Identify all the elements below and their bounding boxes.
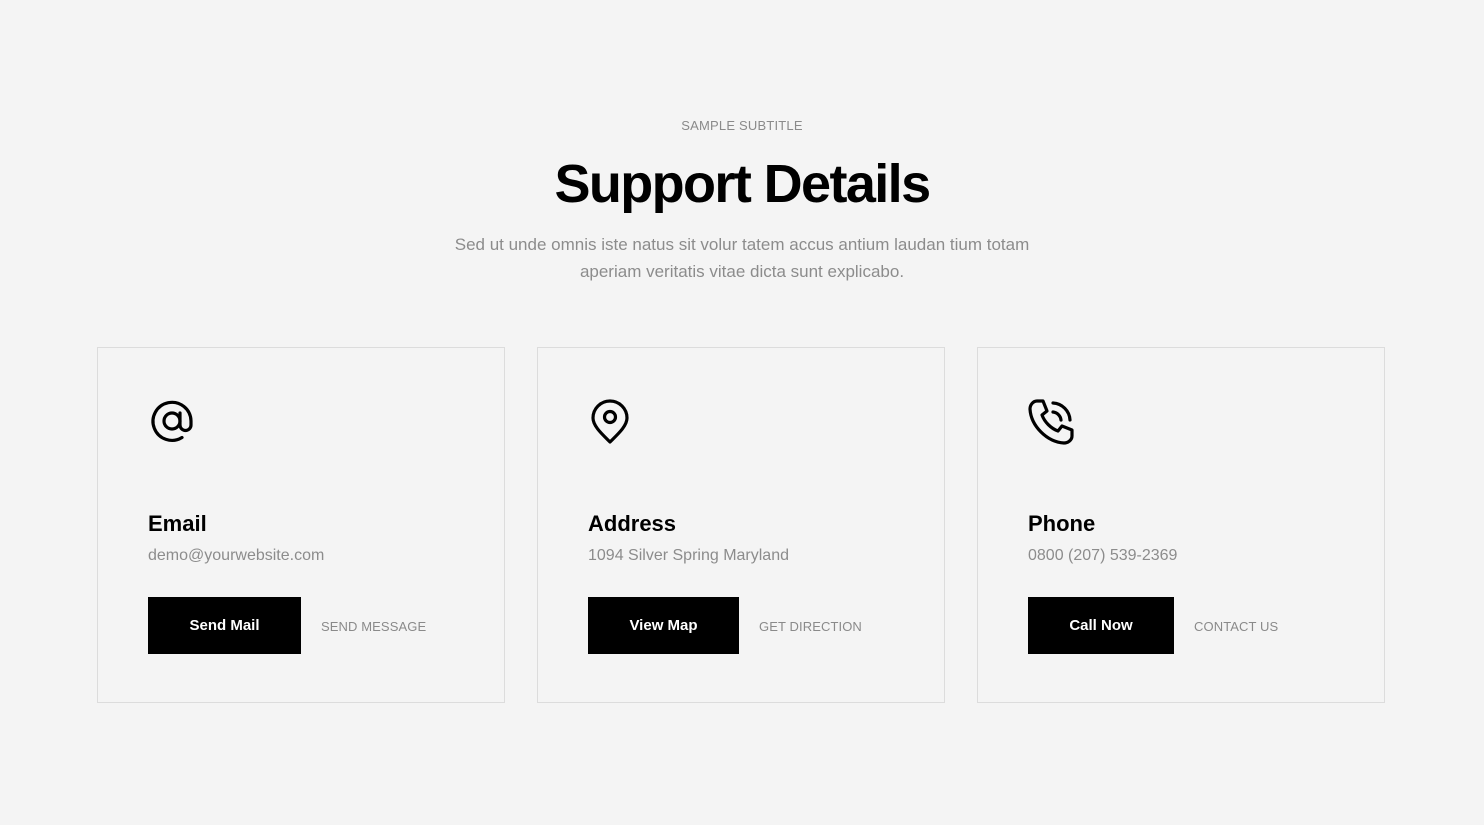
email-card: Email demo@yourwebsite.com Send Mail SEN… — [97, 347, 505, 703]
phone-call-icon — [1028, 398, 1076, 446]
contact-us-link[interactable]: CONTACT US — [1194, 619, 1278, 635]
send-message-link[interactable]: SEND MESSAGE — [321, 619, 426, 635]
email-value: demo@yourwebsite.com — [148, 547, 325, 564]
phone-card: Phone 0800 (207) 539-2369 Call Now CONTA… — [977, 347, 1385, 703]
card-title: Address — [588, 511, 677, 536]
section-title: Support Details — [554, 154, 931, 214]
section-subtitle: SAMPLE SUBTITLE — [681, 118, 803, 133]
at-sign-icon — [148, 398, 196, 446]
card-title: Phone — [1028, 511, 1096, 536]
card-title: Email — [148, 511, 207, 536]
phone-value: 0800 (207) 539-2369 — [1028, 547, 1178, 564]
view-map-button[interactable]: View Map — [588, 597, 739, 654]
address-card: Address 1094 Silver Spring Maryland View… — [537, 347, 945, 703]
call-now-button[interactable]: Call Now — [1028, 597, 1174, 654]
section-description: Sed ut unde omnis iste natus sit volur t… — [454, 235, 1030, 281]
map-pin-icon — [588, 398, 636, 446]
send-mail-button[interactable]: Send Mail — [148, 597, 301, 654]
address-value: 1094 Silver Spring Maryland — [588, 547, 789, 564]
get-direction-link[interactable]: GET DIRECTION — [759, 619, 862, 635]
